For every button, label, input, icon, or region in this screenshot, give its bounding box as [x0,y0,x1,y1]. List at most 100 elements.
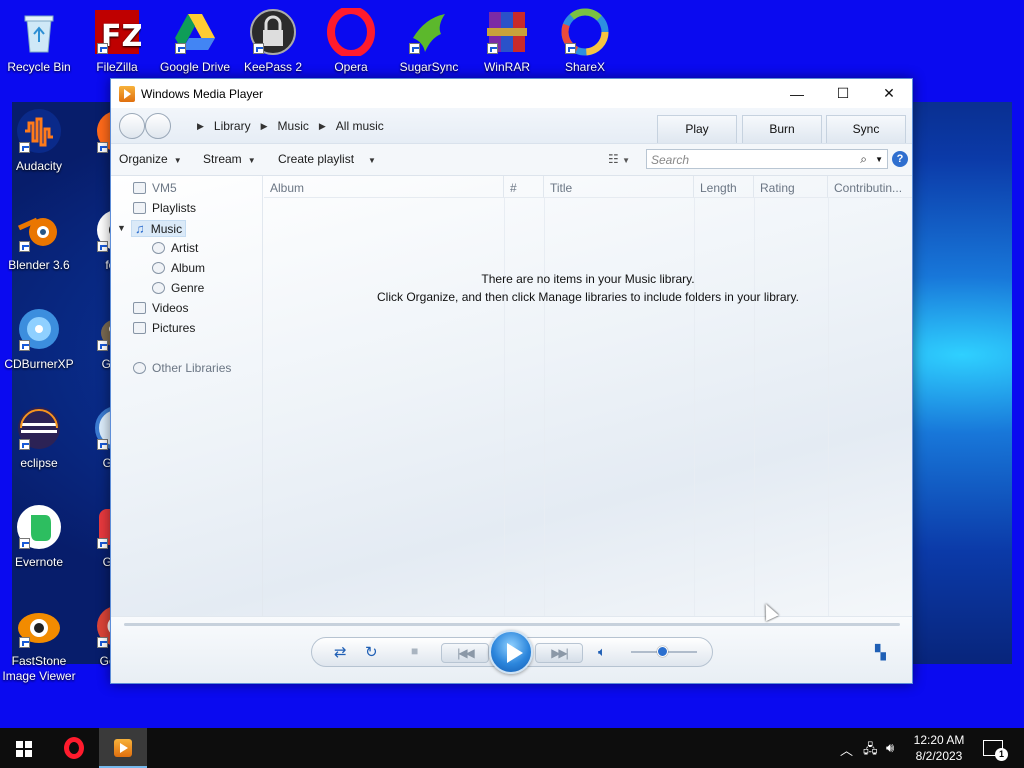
back-button[interactable] [119,113,145,139]
notification-count-badge: 1 [995,748,1008,761]
desktop-icon-cdburnerxp[interactable]: CDBurnerXP [0,305,78,372]
column-header-album[interactable]: Album [264,176,504,198]
volume-slider-thumb[interactable] [657,646,668,657]
tab-burn[interactable]: Burn [742,115,822,143]
notification-center-icon[interactable]: 1 [983,740,1008,761]
desktop-icon-evernote[interactable]: Evernote [0,503,78,570]
breadcrumb-separator-icon: ▶ [318,121,326,131]
view-options-button[interactable]: ☷ ▼ [608,152,630,166]
desktop-icon-sharex[interactable]: ShareX [546,8,624,75]
artist-icon [152,242,165,254]
forward-button[interactable] [145,113,171,139]
nav-item-music[interactable]: ♫ Music [131,220,187,237]
nav-item-videos[interactable]: Videos [133,301,188,315]
details-grid: Album # Title Length Rating Contributin.… [264,176,912,616]
nav-item-artist[interactable]: Artist [152,241,198,255]
genre-icon [152,282,165,294]
search-icon[interactable]: ⌕ [860,152,867,167]
desktop-icon-winrar[interactable]: WinRAR [468,8,546,75]
sharex-icon [561,8,609,56]
tab-play[interactable]: Play [657,115,737,143]
faststone-icon [15,602,63,650]
previous-icon[interactable]: |◀◀ [441,643,489,663]
breadcrumb-library[interactable]: Library [214,119,251,133]
view-options-icon: ☷ [608,152,619,166]
volume-icon[interactable]: 🔊︎ [886,740,894,756]
shuffle-icon[interactable]: ⇄ [334,643,347,661]
desktop-icon-eclipse[interactable]: eclipse [0,404,78,471]
seek-bar[interactable] [124,623,900,626]
taskbar: ︿ 🖧︎ 🔊︎ 12:20 AM 8/2/2023 1 [0,728,1024,768]
chevron-down-icon[interactable]: ▼ [875,155,883,164]
help-icon[interactable]: ? [892,151,908,167]
user-library-icon [133,182,146,194]
start-icon[interactable] [16,741,32,757]
wmp-app-icon [119,85,135,102]
play-button[interactable] [489,630,533,674]
minimize-button[interactable]: — [774,79,820,108]
nav-item-album[interactable]: Album [152,261,205,275]
picture-icon [133,322,146,334]
evernote-icon [15,503,63,551]
nav-item-genre[interactable]: Genre [152,281,204,295]
next-icon[interactable]: ▶▶| [535,643,583,663]
column-header-number[interactable]: # [504,176,544,198]
desktop-icon-opera[interactable]: Opera [312,6,390,75]
breadcrumb-music[interactable]: Music [278,119,309,133]
playback-controls: ⇄ ↻ ■ |◀◀ ▶▶| 🔈︎ ▚ [111,616,912,683]
column-header-title[interactable]: Title [544,176,694,198]
blender-icon [15,206,63,254]
tab-sync[interactable]: Sync [826,115,906,143]
maximize-button[interactable]: ☐ [820,79,866,108]
column-divider [544,198,545,616]
library-content: VM5 Playlists ▼ ♫ Music Artist Album Gen [111,176,912,616]
music-note-icon: ♫ [135,221,145,236]
windows-media-player-icon [114,739,132,757]
breadcrumb-separator-icon: ▶ [197,121,204,131]
switch-to-now-playing-icon[interactable]: ▚ [875,644,886,661]
volume-icon[interactable]: 🔈︎ [598,644,606,660]
eclipse-icon [15,404,63,452]
desktop-icon-google-drive[interactable]: Google Drive [156,8,234,75]
nav-item-other-libraries[interactable]: Other Libraries [133,361,231,375]
desktop-icon-filezilla[interactable]: FZ FileZilla [78,8,156,75]
taskbar-opera[interactable] [50,728,98,768]
winrar-icon [483,8,531,56]
nav-item-playlists[interactable]: Playlists [133,201,196,215]
column-header-contributing[interactable]: Contributin... [828,176,912,198]
desktop-icon-audacity[interactable]: Audacity [0,107,78,174]
window-title: Windows Media Player [141,86,264,101]
empty-library-message: There are no items in your Music library… [377,272,799,304]
close-button[interactable]: ✕ [866,79,912,108]
desktop-icon-faststone[interactable]: FastStone Image Viewer [0,602,78,684]
opera-icon [64,737,84,759]
stream-menu[interactable]: Stream ▼ [203,152,256,166]
nav-item-pictures[interactable]: Pictures [133,321,195,335]
navigation-bar: ▶ Library ▶ Music ▶ All music Play Burn … [111,108,912,144]
opera-icon [327,6,375,58]
chevron-up-icon[interactable]: ︿ [840,740,853,759]
breadcrumb-all-music[interactable]: All music [336,119,384,133]
taskbar-clock[interactable]: 12:20 AM 8/2/2023 [910,732,968,764]
column-divider [754,198,755,616]
search-input[interactable]: Search ⌕ ▼ [646,149,888,169]
wmp-window[interactable]: Windows Media Player — ☐ ✕ ▶ Library ▶ M… [110,78,913,684]
desktop-icon-keepass[interactable]: KeePass 2 [234,8,312,75]
desktop-icon-blender[interactable]: Blender 3.6 [0,206,78,273]
create-playlist-menu[interactable]: Create playlist ▼ [278,152,376,166]
desktop-icon-recycle-bin[interactable]: Recycle Bin [0,8,78,75]
desktop-icon-sugarsync[interactable]: SugarSync [390,8,468,75]
chevron-down-icon: ▼ [622,156,631,165]
nav-item-vm5[interactable]: VM5 [133,181,177,195]
title-bar[interactable]: Windows Media Player — ☐ ✕ [111,79,912,108]
organize-menu[interactable]: Organize ▼ [119,152,182,166]
stop-icon[interactable]: ■ [411,644,418,658]
chevron-down-icon: ▼ [173,156,182,165]
repeat-icon[interactable]: ↻ [365,643,378,661]
network-icon[interactable]: 🖧︎ [863,740,878,762]
column-header-rating[interactable]: Rating [754,176,828,198]
column-header-length[interactable]: Length [694,176,754,198]
taskbar-windows-media-player[interactable] [99,728,147,768]
chevron-down-icon[interactable]: ▼ [117,223,126,233]
keepass-icon [249,8,297,56]
